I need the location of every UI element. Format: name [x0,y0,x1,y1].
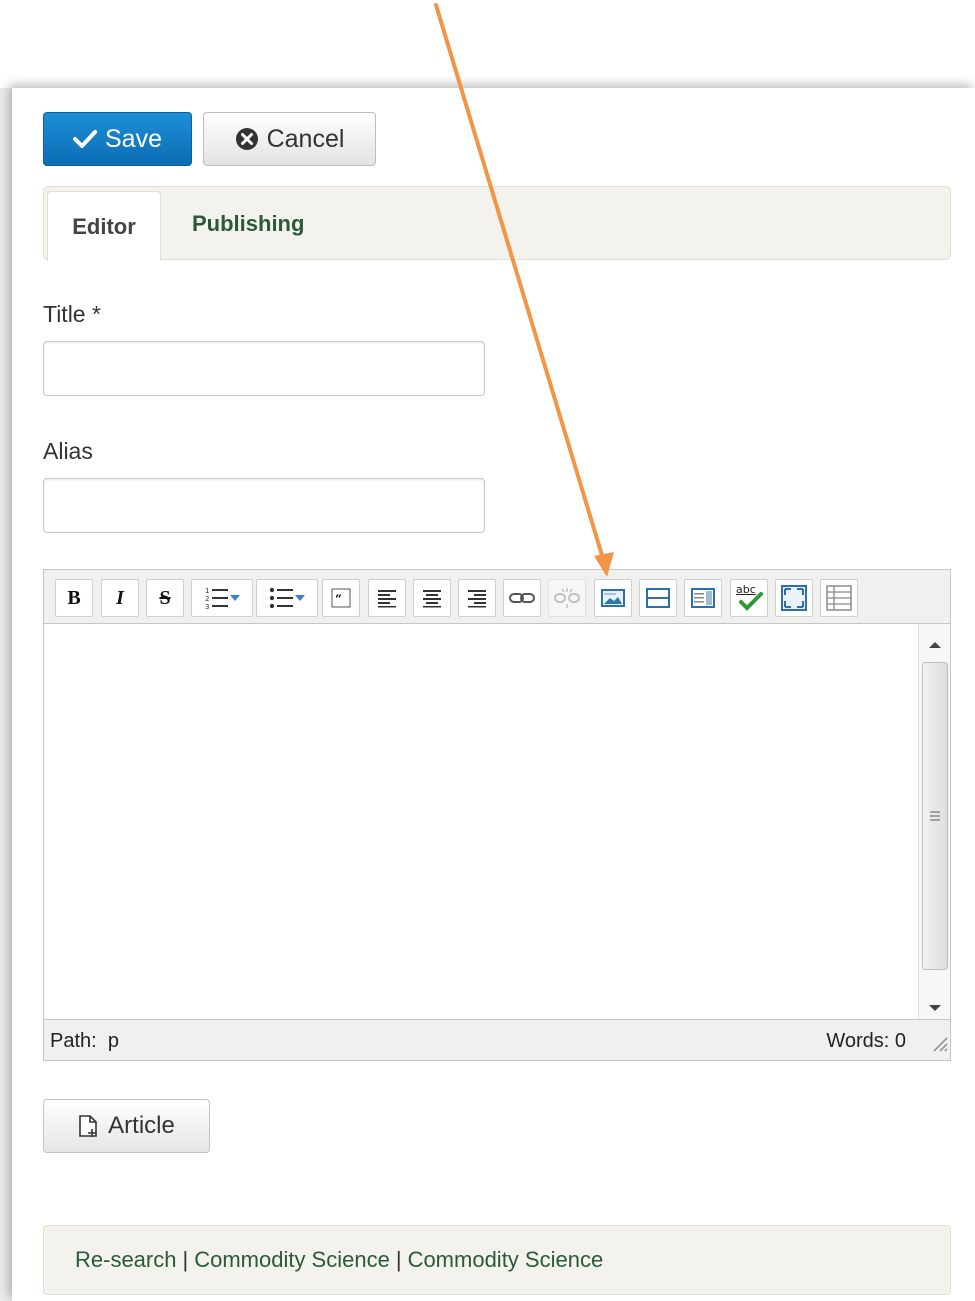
align-left-icon [377,588,397,608]
spellcheck-icon: abc [735,583,763,612]
scroll-down-arrow-icon[interactable] [929,999,941,1017]
image-button[interactable] [594,579,632,617]
fullscreen-button[interactable] [775,579,813,617]
strikethrough-button[interactable]: S [146,579,184,617]
bold-icon: B [67,586,81,609]
blockquote-icon: “ [331,588,351,608]
insert-article-button[interactable]: Article [43,1099,210,1153]
align-right-button[interactable] [458,579,496,617]
breadcrumb: Re-search | Commodity Science | Commodit… [43,1225,951,1295]
spellcheck-button[interactable]: abc [730,579,768,617]
save-button[interactable]: Save [43,112,192,166]
svg-text:3: 3 [205,603,209,611]
strikethrough-icon: S [159,586,171,609]
svg-text:2: 2 [205,595,209,603]
rich-text-editor: B I S 123 “ abc Path: p Words: 0 [43,569,951,1061]
svg-text:“: “ [335,592,342,606]
editor-scrollbar[interactable] [918,624,950,1019]
element-path: Path: p [50,1030,119,1053]
editor-content-area[interactable] [44,624,950,1019]
resize-handle-icon[interactable] [928,1032,948,1058]
blockquote-button[interactable]: “ [322,579,360,617]
save-button-label: Save [105,124,162,153]
editor-toolbar: B I S 123 “ abc [44,570,950,624]
breadcrumb-link-research[interactable]: Re-search [75,1247,176,1273]
word-count: Words: 0 [826,1030,906,1052]
italic-icon: I [116,586,124,609]
chevron-down-icon [230,594,240,602]
table-button[interactable] [820,579,858,617]
unordered-list-button[interactable] [256,579,318,617]
path-label: Path: [50,1030,97,1052]
alias-input[interactable] [43,478,485,533]
table-icon [826,585,852,611]
link-button[interactable] [503,579,541,617]
align-center-button[interactable] [413,579,451,617]
link-icon [509,591,535,605]
cancel-button[interactable]: Cancel [203,112,376,166]
breadcrumb-link-commodity-science[interactable]: Commodity Science [194,1247,390,1273]
tab-editor[interactable]: Editor [47,191,161,261]
align-left-button[interactable] [368,579,406,617]
scroll-up-arrow-icon[interactable] [929,636,941,654]
tab-publishing[interactable]: Publishing [192,187,304,261]
italic-button[interactable]: I [101,579,139,617]
image-icon [601,589,625,607]
tab-publishing-label: Publishing [192,211,305,236]
document-add-icon [78,1114,100,1138]
cancel-button-label: Cancel [266,124,345,153]
horizontal-rule-button[interactable] [639,579,677,617]
bold-button[interactable]: B [55,579,93,617]
breadcrumb-link-commodity-science-current[interactable]: Commodity Science [408,1247,604,1273]
alias-label: Alias [43,438,93,464]
title-input[interactable] [43,341,485,396]
close-circle-icon [235,127,259,151]
align-center-icon [422,588,442,608]
unlink-button[interactable] [548,579,586,617]
tab-bar: Editor Publishing [43,186,951,261]
unordered-list-icon [269,585,295,611]
align-right-icon [467,588,487,608]
template-icon [691,588,715,608]
breadcrumb-separator: | [395,1247,402,1272]
page-background [0,88,12,1301]
horizontal-rule-icon [646,588,670,608]
chevron-down-icon [295,594,305,602]
scroll-thumb[interactable] [922,662,948,970]
fullscreen-icon [781,585,807,611]
editor-statusbar: Path: p Words: 0 [44,1019,950,1060]
check-icon [73,129,97,149]
path-value[interactable]: p [108,1030,119,1052]
title-label: Title * [43,301,101,327]
ordered-list-icon: 123 [204,585,230,611]
template-button[interactable] [684,579,722,617]
unlink-icon [554,587,580,609]
ordered-list-button[interactable]: 123 [191,579,253,617]
article-button-label: Article [108,1112,175,1139]
svg-text:1: 1 [205,587,209,595]
tab-editor-label: Editor [72,213,136,239]
breadcrumb-separator: | [182,1247,189,1272]
